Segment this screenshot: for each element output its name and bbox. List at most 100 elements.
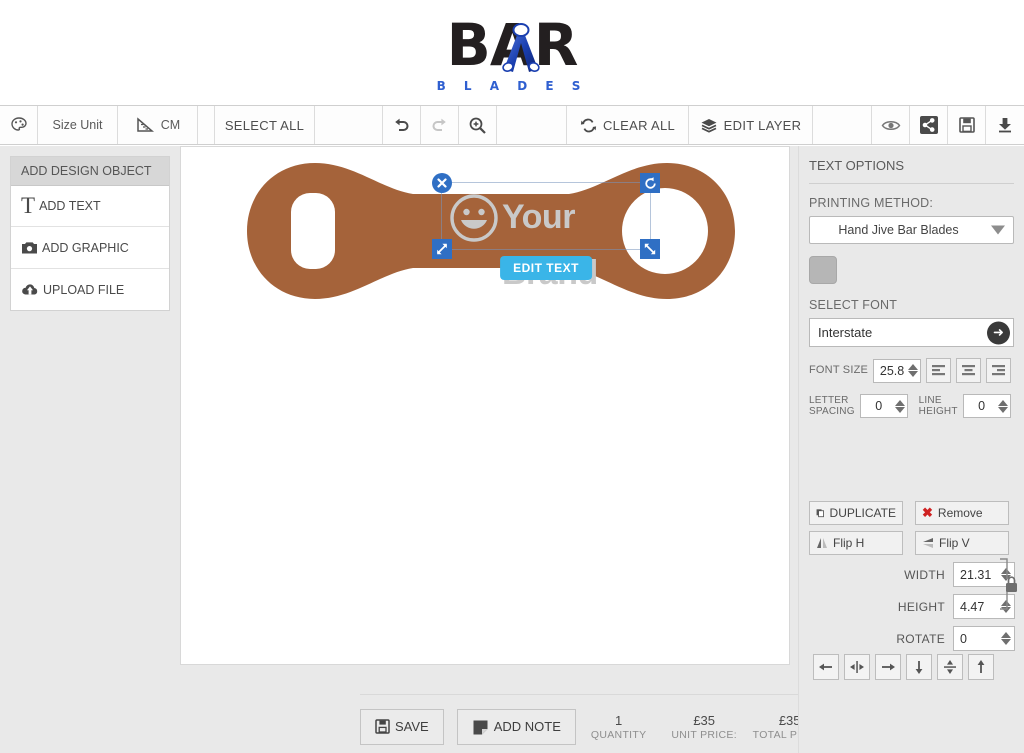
- undo-button[interactable]: [383, 106, 421, 144]
- toolbar-divider-1: [198, 106, 215, 144]
- font-value: Interstate: [818, 325, 872, 340]
- align-bottom-button[interactable]: [906, 654, 932, 680]
- text-color-swatch[interactable]: [809, 256, 837, 284]
- center-vertical-button[interactable]: [937, 654, 963, 680]
- flip-horizontal-button[interactable]: Flip H: [809, 531, 903, 555]
- line-height-stepper[interactable]: 0: [963, 394, 1011, 418]
- quantity-value: 1: [576, 712, 662, 729]
- edit-layer-button[interactable]: EDIT LAYER: [689, 106, 813, 144]
- redo-icon: [430, 116, 449, 134]
- panel-header: ADD DESIGN OBJECT: [11, 157, 169, 186]
- sidebar-item-upload-file[interactable]: UPLOAD FILE: [11, 269, 169, 310]
- select-all-button[interactable]: SELECT ALL: [215, 106, 315, 144]
- printing-method-value: Hand Jive Bar Blades: [838, 223, 958, 237]
- add-note-label: ADD NOTE: [494, 719, 561, 734]
- font-size-stepper[interactable]: 25.8: [873, 359, 921, 383]
- design-tool-app: BAR B L A D E S: [0, 0, 1024, 753]
- arrow-right-circle-icon[interactable]: ➜: [987, 321, 1010, 344]
- clear-all-label: CLEAR ALL: [603, 118, 675, 133]
- sidebar-item-label: UPLOAD FILE: [43, 283, 124, 297]
- preview-button[interactable]: [872, 106, 910, 144]
- unit-price-label: UNIT PRICE:: [661, 729, 747, 741]
- object-actions: DUPLICATE ✖ Remove Flip H: [809, 501, 1015, 651]
- align-top-button[interactable]: [968, 654, 994, 680]
- printing-method-select[interactable]: Hand Jive Bar Blades: [809, 216, 1014, 244]
- share-button[interactable]: [910, 106, 948, 144]
- width-value: 21.31: [960, 568, 991, 582]
- stepper-arrows[interactable]: [895, 400, 905, 413]
- sidebar-item-add-graphic[interactable]: ADD GRAPHIC: [11, 227, 169, 269]
- stepper-arrows[interactable]: [998, 400, 1008, 413]
- line-height-value: 0: [969, 399, 995, 413]
- save-button[interactable]: [948, 106, 986, 144]
- sidebar-item-add-text[interactable]: T ADD TEXT: [11, 186, 169, 227]
- remove-button[interactable]: ✖ Remove: [915, 501, 1009, 525]
- edit-text-button[interactable]: EDIT TEXT: [500, 256, 592, 280]
- select-all-label: SELECT ALL: [225, 118, 304, 133]
- align-right-object-button[interactable]: [875, 654, 901, 680]
- center-horizontal-button[interactable]: [844, 654, 870, 680]
- refresh-icon: [580, 117, 597, 134]
- panel-title: TEXT OPTIONS: [809, 158, 1014, 184]
- resize-handle-se[interactable]: [640, 239, 660, 259]
- rotate-icon: [644, 177, 657, 190]
- height-row: HEIGHT 4.47: [809, 594, 1015, 619]
- align-left-button[interactable]: [926, 358, 951, 383]
- rotate-handle[interactable]: [640, 173, 660, 193]
- letter-spacing-stepper[interactable]: 0: [860, 394, 908, 418]
- selected-object-box[interactable]: Your Brand: [441, 182, 651, 250]
- zoom-button[interactable]: [459, 106, 497, 144]
- nudge-buttons: [813, 654, 994, 680]
- arrow-right-icon: [880, 660, 896, 674]
- unit-price-value: £35: [661, 712, 747, 729]
- add-note-button[interactable]: ADD NOTE: [457, 709, 576, 745]
- arrow-left-icon: [818, 660, 834, 674]
- size-unit-label: Size Unit: [38, 106, 118, 144]
- top-toolbar: Size Unit CM SELECT ALL: [0, 105, 1024, 145]
- save-design-label: SAVE: [395, 719, 429, 734]
- stepper-arrows[interactable]: [1001, 632, 1011, 645]
- eye-icon: [881, 118, 901, 133]
- redo-button[interactable]: [421, 106, 459, 144]
- flip-v-label: Flip V: [939, 536, 970, 550]
- align-right-button[interactable]: [986, 358, 1011, 383]
- sidebar-item-label: ADD TEXT: [39, 199, 101, 213]
- edit-layer-label: EDIT LAYER: [724, 118, 802, 133]
- align-center-button[interactable]: [956, 358, 981, 383]
- note-icon: [472, 719, 489, 735]
- brand-logo: BAR B L A D E S: [412, 13, 612, 93]
- arrow-down-icon: [912, 659, 926, 675]
- add-design-object-panel: ADD DESIGN OBJECT T ADD TEXT ADD GRAPHIC: [10, 156, 170, 311]
- flip-h-icon: [816, 537, 828, 549]
- font-select[interactable]: Interstate ➜: [809, 318, 1014, 347]
- quantity-stat: 1 QUANTITY: [576, 712, 662, 741]
- delete-handle[interactable]: [432, 173, 452, 193]
- floppy-save-icon: [958, 116, 976, 134]
- clear-all-button[interactable]: CLEAR ALL: [567, 106, 689, 144]
- unit-selector[interactable]: CM: [118, 106, 198, 144]
- save-design-button[interactable]: SAVE: [360, 709, 444, 745]
- rotate-value: 0: [960, 632, 967, 646]
- aspect-ratio-lock[interactable]: [998, 553, 1020, 615]
- align-right-icon: [991, 364, 1006, 377]
- align-left-object-button[interactable]: [813, 654, 839, 680]
- download-button[interactable]: [986, 106, 1024, 144]
- flip-vertical-button[interactable]: Flip V: [915, 531, 1009, 555]
- duplicate-button[interactable]: DUPLICATE: [809, 501, 903, 525]
- logo-subtitle: B L A D E S: [412, 79, 612, 93]
- align-center-icon: [961, 364, 976, 377]
- stepper-arrows[interactable]: [908, 364, 918, 377]
- resize-handle-sw[interactable]: [432, 239, 452, 259]
- download-icon: [996, 116, 1014, 134]
- toolbar-blank-3: [813, 106, 872, 144]
- design-text: Your Brand: [502, 189, 650, 301]
- sidebar-item-label: ADD GRAPHIC: [42, 241, 129, 255]
- floppy-save-icon: [375, 719, 390, 734]
- height-label: HEIGHT: [898, 600, 945, 614]
- rotate-label: ROTATE: [896, 632, 945, 646]
- rotate-stepper[interactable]: 0: [953, 626, 1015, 651]
- duplicate-label: DUPLICATE: [830, 506, 896, 520]
- palette-button[interactable]: [0, 106, 38, 144]
- design-canvas[interactable]: Your Brand: [180, 146, 790, 665]
- line-height-label: LINE HEIGHT: [919, 395, 958, 417]
